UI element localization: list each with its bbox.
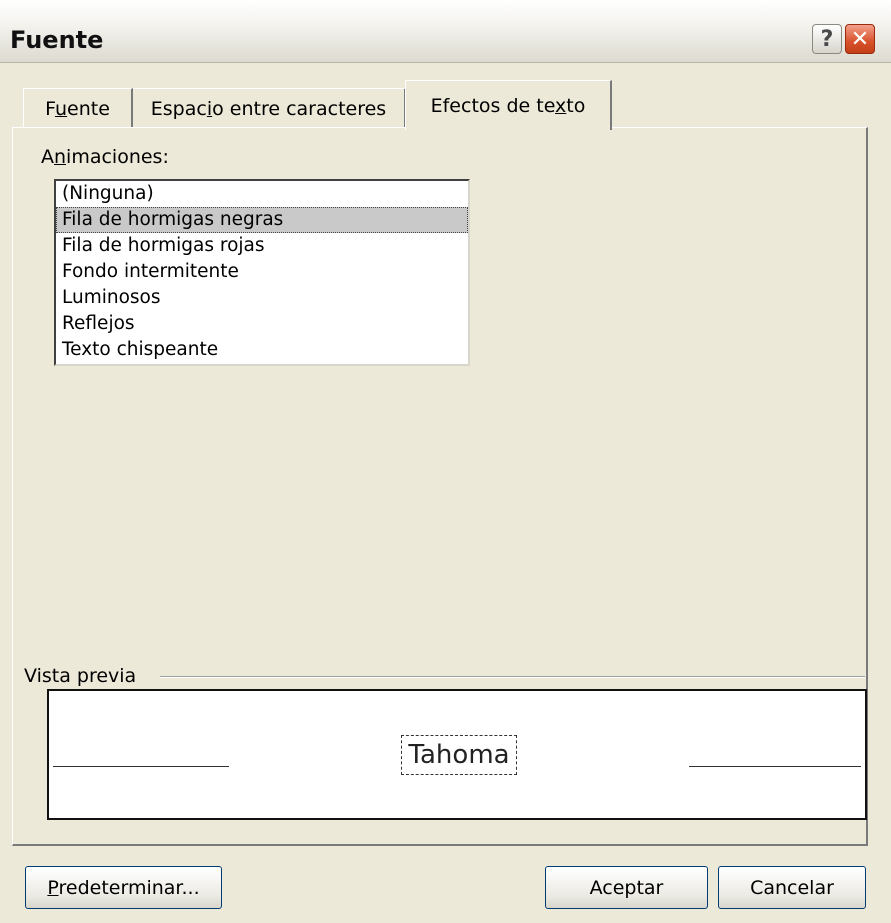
list-item[interactable]: Fondo intermitente	[56, 259, 468, 285]
preview-sample-text: Tahoma	[401, 735, 517, 775]
preview-group-label: Vista previa	[24, 665, 145, 687]
list-item[interactable]: Luminosos	[56, 285, 468, 311]
default-button-label: Predeterminar...	[47, 876, 200, 899]
tab-espacio-label: Espacio entre caracteres	[150, 97, 387, 120]
close-icon: ✕	[850, 26, 870, 52]
cancel-button[interactable]: Cancelar	[718, 866, 866, 909]
list-item[interactable]: Reflejos	[56, 311, 468, 337]
close-button[interactable]: ✕	[845, 24, 875, 54]
tab-fuente[interactable]: Fuente	[23, 88, 133, 128]
help-button[interactable]: ?	[812, 24, 842, 54]
preview-baseline-right	[689, 766, 861, 767]
list-item[interactable]: (Ninguna)	[56, 181, 468, 207]
animations-listbox[interactable]: (Ninguna) Fila de hormigas negras Fila d…	[54, 179, 470, 366]
tab-efectos-de-texto[interactable]: Efectos de texto	[405, 80, 612, 130]
list-item[interactable]: Texto chispeante	[56, 337, 468, 363]
window-title: Fuente	[10, 26, 104, 54]
animations-label: Animaciones:	[41, 146, 169, 168]
list-item-selected[interactable]: Fila de hormigas negras	[56, 207, 468, 233]
default-button[interactable]: Predeterminar...	[25, 866, 222, 909]
tab-fuente-label: Fuente	[45, 97, 110, 120]
preview-box: Tahoma	[47, 689, 867, 820]
title-bar: Fuente ? ✕	[0, 0, 891, 63]
preview-group-line	[160, 676, 865, 678]
list-item[interactable]: Fila de hormigas rojas	[56, 233, 468, 259]
help-icon: ?	[820, 26, 834, 52]
ok-button[interactable]: Aceptar	[545, 866, 708, 909]
tab-efectos-label: Efectos de texto	[430, 94, 586, 117]
preview-baseline-left	[53, 766, 229, 767]
tab-espacio-entre-caracteres[interactable]: Espacio entre caracteres	[133, 88, 406, 128]
